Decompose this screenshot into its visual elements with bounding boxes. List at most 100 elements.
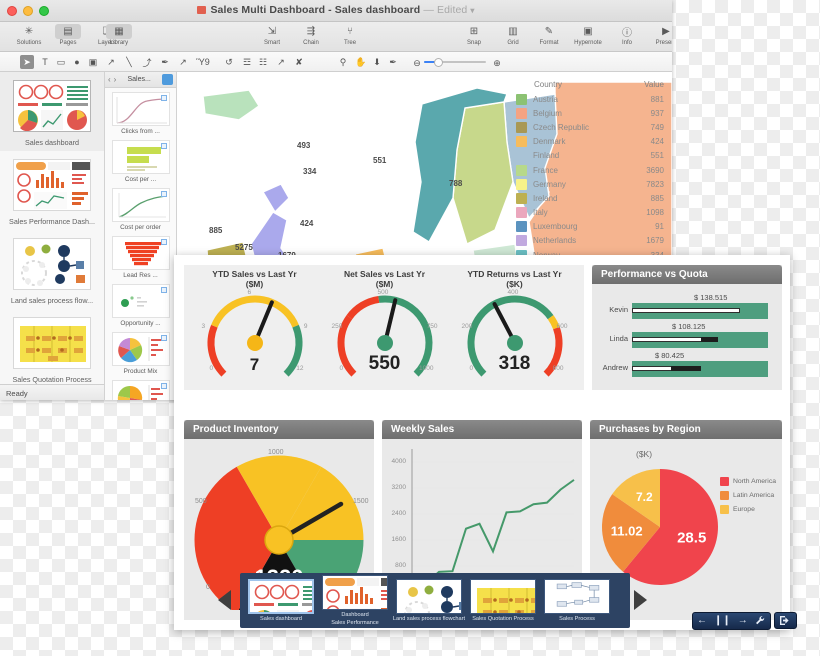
pen-tool[interactable]: ✒ [158, 55, 172, 69]
table-row[interactable]: Ireland 885 [512, 191, 672, 205]
title-chevron-down-icon[interactable]: ▾ [470, 6, 474, 15]
table-row[interactable]: Germany 7823 [512, 177, 672, 191]
library-thumbnail[interactable] [111, 140, 170, 174]
chevron-right-icon[interactable]: › [114, 75, 117, 84]
playback-bar[interactable]: ← ❙❙ → [692, 611, 771, 630]
table-row[interactable]: Finland 551 [512, 149, 672, 163]
library-item-4[interactable]: Opportunity ... [105, 282, 176, 330]
eyedropper-tool[interactable]: ✒ [386, 55, 400, 69]
filmstrip-thumbnail[interactable] [396, 578, 462, 614]
toolbar-button-grid[interactable]: ▥ Grid [494, 23, 532, 51]
library-item-0[interactable]: Clicks from ... [105, 90, 176, 138]
line-tool[interactable]: ╲ [122, 55, 136, 69]
page-thumbnail[interactable] [13, 317, 91, 369]
library-checkbox[interactable] [160, 239, 167, 245]
bezier-tool[interactable]: ↗ [176, 55, 190, 69]
library-checkbox[interactable] [160, 143, 167, 149]
connector-tool[interactable]: ↗ [274, 55, 288, 69]
table-row[interactable]: Czech Republic 749 [512, 120, 672, 134]
library-thumbnail[interactable] [111, 92, 170, 126]
library-item-5[interactable]: Product Mix [105, 330, 176, 378]
pause-button[interactable]: ❙❙ [714, 615, 731, 627]
page-thumbnail[interactable] [13, 159, 91, 211]
zoom-out-icon[interactable]: ⊖ [410, 56, 424, 70]
text-tool[interactable]: T [38, 55, 52, 69]
note-tool[interactable]: Ὓ9 [196, 55, 210, 69]
library-thumbnail[interactable] [111, 188, 170, 222]
image-tool[interactable]: ▣ [86, 55, 100, 69]
filmstrip-item-1[interactable]: Dashboard Sales Performance [318, 574, 392, 627]
library-checkbox[interactable] [160, 335, 167, 341]
toolbar-button-tree[interactable]: ⑂ Tree [331, 23, 369, 51]
library-item-2[interactable]: Cost per order [105, 186, 176, 234]
toolbar-button-info[interactable]: ⓘ Info [608, 23, 646, 51]
align-tool[interactable]: ☲ [240, 55, 254, 69]
table-row[interactable]: Italy 1098 [512, 206, 672, 220]
exit-button[interactable] [773, 612, 797, 629]
fill-tool[interactable]: ⬇ [370, 55, 384, 69]
country-value-table[interactable]: Country Value Austria 881 Belgium 937 Czech … [512, 78, 672, 276]
line-arrow-tool[interactable]: ↗ [104, 55, 118, 69]
disconnect-tool[interactable]: ✘ [292, 55, 306, 69]
filmstrip-thumbnail[interactable] [544, 578, 610, 614]
ellipse-tool[interactable]: ● [70, 55, 84, 69]
page-item-0[interactable]: Sales dashboard [0, 72, 104, 151]
filmstrip-thumbnail[interactable] [322, 574, 388, 610]
filmstrip-item-4[interactable]: Sales Process [540, 578, 614, 623]
library-checkbox[interactable] [160, 383, 167, 389]
rotate-tool[interactable]: ↺ [222, 55, 236, 69]
toolbar-button-solutions[interactable]: ✳ Solutions [10, 23, 48, 51]
library-checkbox[interactable] [160, 191, 167, 197]
library-list[interactable]: Clicks from ... Cost per ... Cost per orde… [105, 88, 176, 400]
library-thumbnail[interactable] [111, 380, 170, 400]
title-bar[interactable]: Sales Multi Dashboard - Sales dashboard … [0, 0, 672, 22]
library-thumbnail[interactable] [111, 236, 170, 270]
page-item-1[interactable]: Sales Performance Dash... [0, 151, 104, 230]
toolbar-button-present[interactable]: ▶ Present [647, 23, 672, 51]
table-row[interactable]: Luxembourg 91 [512, 220, 672, 234]
library-menu-icon[interactable] [162, 74, 173, 85]
rectangle-tool[interactable]: ▭ [54, 55, 68, 69]
next-button[interactable]: → [738, 615, 748, 627]
table-row[interactable]: Denmark 424 [512, 135, 672, 149]
filmstrip-thumbnail[interactable] [470, 578, 536, 614]
toolbar-button-snap[interactable]: ⊞ Snap [455, 23, 493, 51]
library-checkbox[interactable] [160, 287, 167, 293]
toolbar-button-hypernote[interactable]: ▣ Hypernote [569, 23, 607, 51]
library-item-3[interactable]: Lead Res ... [105, 234, 176, 282]
toolbar-button-pages[interactable]: ▤ Pages [49, 23, 87, 51]
presentation-controls[interactable]: ← ❙❙ → [692, 610, 797, 631]
zoom-in-icon[interactable]: ⊕ [490, 56, 504, 70]
zoom-slider-knob[interactable] [434, 57, 443, 67]
hand-tool[interactable]: ✋ [354, 55, 368, 69]
filmstrip-item-0[interactable]: Sales dashboard [244, 578, 318, 623]
toolbar-button-chain[interactable]: ⇶ Chain [292, 23, 330, 51]
page-filmstrip[interactable]: Sales dashboard Dashboard Sales Performan… [240, 573, 630, 628]
filmstrip-prev-arrow[interactable] [218, 590, 231, 610]
distribute-tool[interactable]: ☷ [256, 55, 270, 69]
page-item-2[interactable]: Land sales process flow... [0, 230, 104, 309]
page-item-3[interactable]: Sales Quotation Process [0, 309, 104, 384]
filmstrip-item-3[interactable]: Sales Quotation Process [466, 578, 540, 623]
settings-button[interactable] [755, 615, 766, 626]
library-thumbnail[interactable] [111, 332, 170, 366]
library-thumbnail[interactable] [111, 284, 170, 318]
library-item-1[interactable]: Cost per ... [105, 138, 176, 186]
library-checkbox[interactable] [160, 95, 167, 101]
filmstrip-thumbnail[interactable] [248, 578, 314, 614]
previous-button[interactable]: ← [697, 615, 707, 627]
library-item-6[interactable] [105, 378, 176, 400]
table-row[interactable]: France 3690 [512, 163, 672, 177]
page-thumbnail[interactable] [13, 238, 91, 290]
zoom-tool[interactable]: ⚲ [336, 55, 350, 69]
select-tool[interactable]: ➤ [20, 55, 34, 69]
curve-tool[interactable]: ⤴ [140, 55, 154, 69]
toolbar-button-smart[interactable]: ⇲ Smart [253, 23, 291, 51]
table-row[interactable]: Netherlands 1679 [512, 234, 672, 248]
page-thumbnail[interactable] [13, 80, 91, 132]
toolbar-button-format[interactable]: ✎ Format [530, 23, 568, 51]
chevron-left-icon[interactable]: ‹ [108, 75, 111, 84]
pages-list[interactable]: Sales dashboard Sales Performance Dash..… [0, 72, 104, 384]
toolbar-button-library[interactable]: ▦ Library [100, 23, 138, 51]
filmstrip-item-2[interactable]: Land sales process flowchart [392, 578, 466, 623]
